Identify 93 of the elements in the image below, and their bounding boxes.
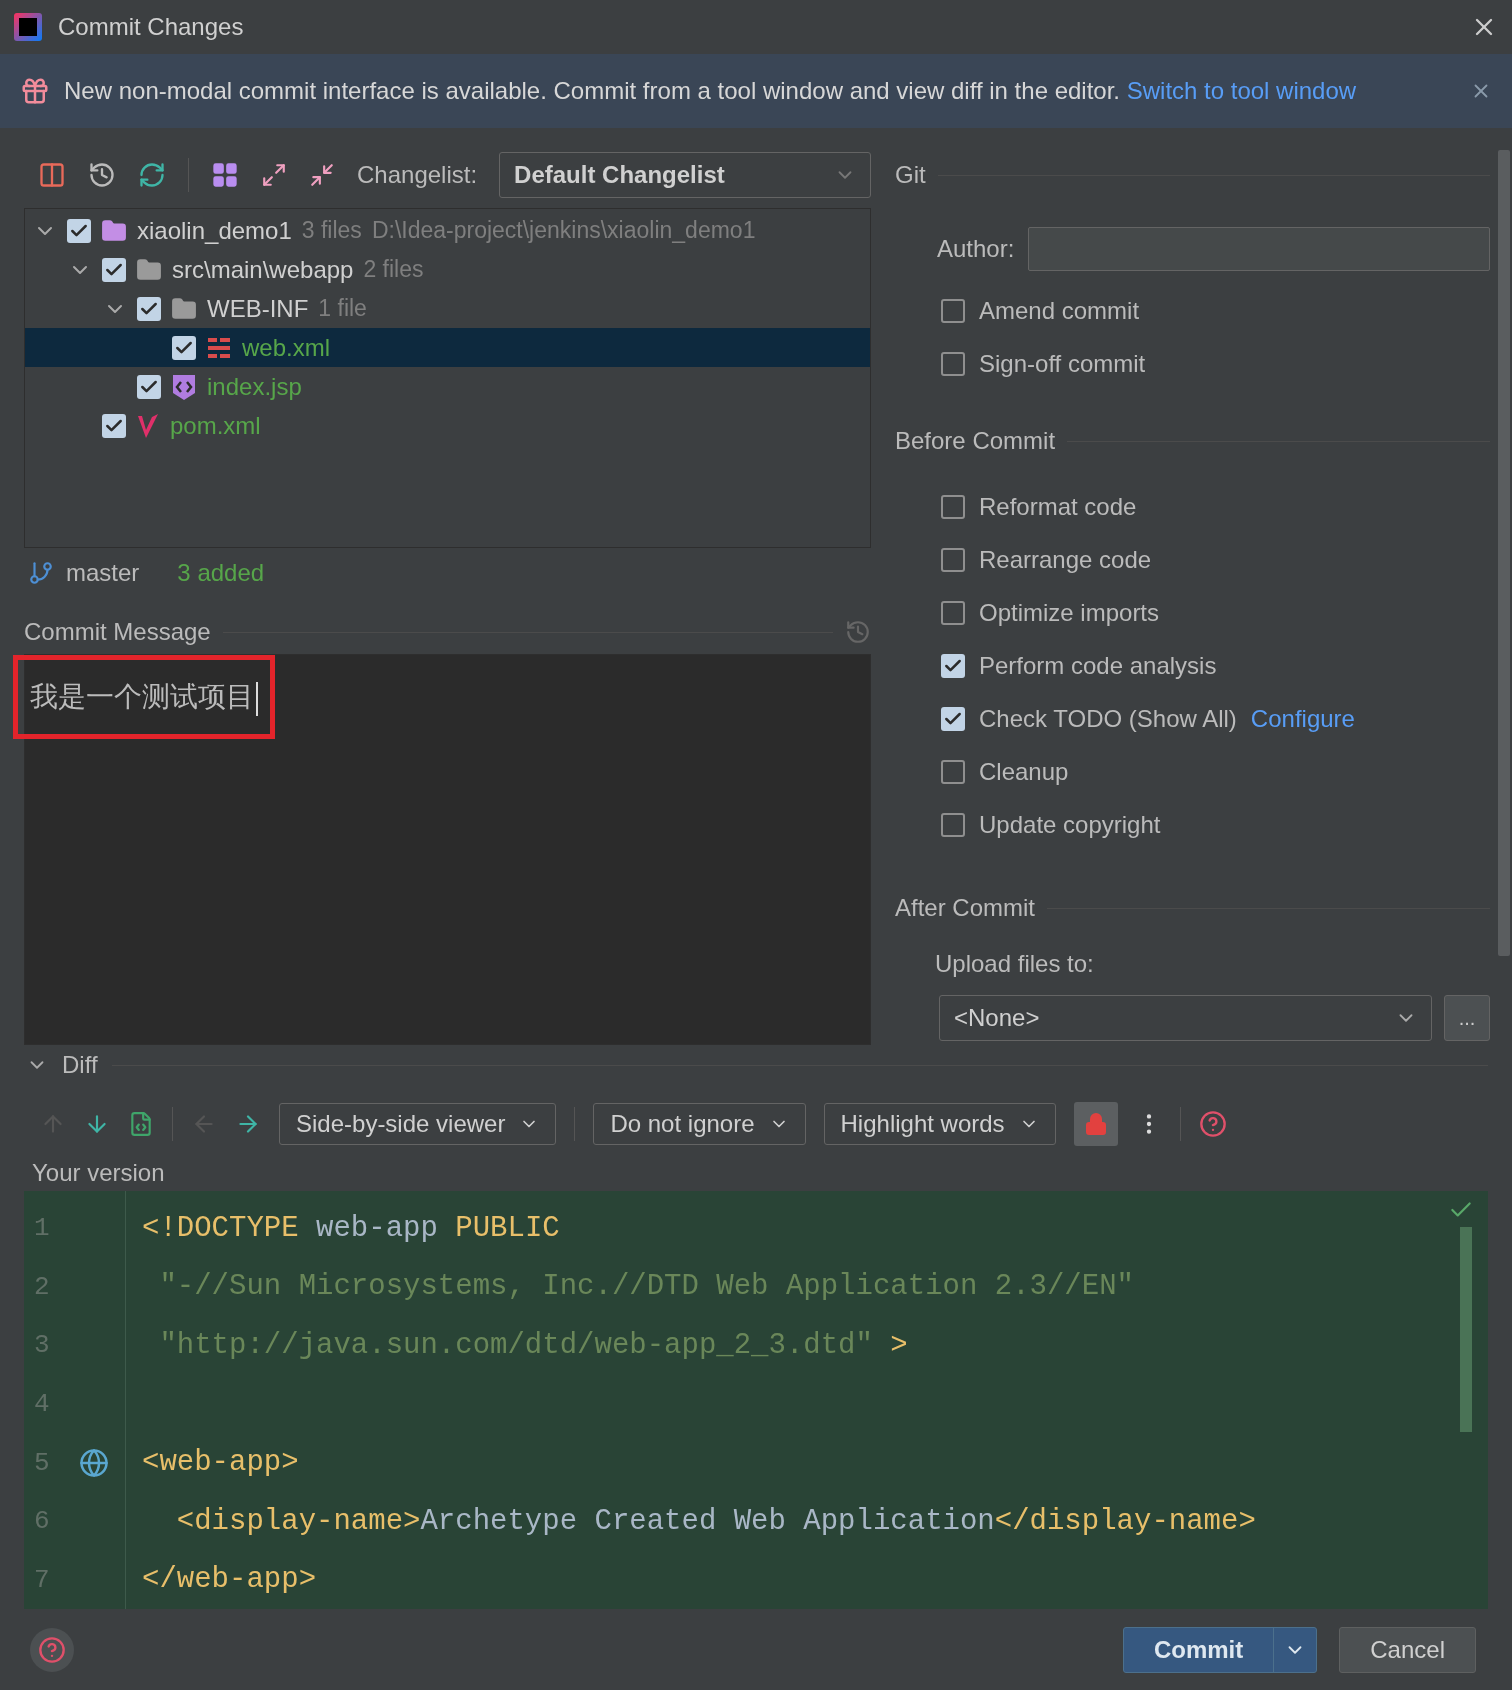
switch-link[interactable]: Switch to tool window: [1126, 77, 1357, 104]
checkbox[interactable]: [941, 351, 965, 376]
option-label: Amend commit: [979, 296, 1140, 325]
ignore-dropdown[interactable]: Do not ignore: [593, 1103, 806, 1145]
maven-file-icon: [136, 411, 160, 440]
author-label: Author:: [937, 235, 1015, 263]
refresh-icon[interactable]: [138, 161, 166, 189]
file-name: WEB-INF: [207, 294, 309, 323]
tree-row[interactable]: src\main\webapp 2 files: [25, 250, 870, 289]
diff-icon[interactable]: [38, 161, 66, 189]
scrollbar[interactable]: [1498, 150, 1510, 956]
configure-link[interactable]: Configure: [1250, 704, 1355, 733]
checkbox[interactable]: [941, 494, 965, 519]
help-button[interactable]: [30, 1627, 74, 1672]
tree-row[interactable]: index.jsp: [25, 367, 870, 406]
commit-message-label: Commit Message: [24, 618, 211, 646]
option-label: Rearrange code: [979, 545, 1152, 574]
checkbox[interactable]: [137, 374, 161, 399]
cancel-button[interactable]: Cancel: [1339, 1626, 1476, 1673]
branch-name: master: [66, 559, 140, 587]
upload-label: Upload files to:: [935, 950, 1094, 978]
code-line: </web-app>: [142, 1563, 317, 1597]
window-title: Commit Changes: [58, 13, 245, 41]
option-label: Perform code analysis: [979, 651, 1217, 680]
lock-icon: [1083, 1112, 1108, 1136]
file-count: 1 file: [318, 295, 367, 322]
option-label: Optimize imports: [979, 598, 1160, 627]
checkbox[interactable]: [172, 335, 196, 360]
expand-icon[interactable]: [261, 162, 287, 188]
file-name: index.jsp: [207, 372, 302, 401]
collapse-icon[interactable]: [309, 162, 335, 188]
help-icon[interactable]: [1198, 1110, 1227, 1138]
banner-text: New non-modal commit interface is available. Commit from a tool window and view diff in the editor. Switch to tool window: [64, 77, 1358, 105]
file-name: web.xml: [242, 333, 331, 362]
module-folder-icon: [101, 217, 127, 244]
diff-title: Diff: [62, 1051, 98, 1079]
change-summary: 3 added: [177, 559, 265, 587]
checkbox[interactable]: [102, 413, 126, 438]
browse-button[interactable]: ...: [1444, 995, 1490, 1041]
checkbox[interactable]: [941, 759, 965, 784]
commit-message-text: 我是一个测试项目: [13, 655, 275, 739]
checkbox[interactable]: [137, 296, 161, 321]
changelist-label: Changelist:: [357, 161, 478, 189]
viewer-dropdown[interactable]: Side-by-side viewer: [279, 1103, 557, 1145]
section-title: After Commit: [895, 894, 1035, 922]
option-label: Sign-off commit: [979, 349, 1146, 378]
commit-button[interactable]: Commit: [1122, 1626, 1318, 1673]
option-label: Check TODO (Show All): [979, 704, 1237, 733]
file-name: xiaolin_demo1: [137, 216, 292, 245]
tree-row[interactable]: WEB-INF 1 file: [25, 289, 870, 328]
option-label: Cleanup: [979, 757, 1069, 786]
file-count: 3 files: [301, 217, 362, 244]
tree-row[interactable]: xiaolin_demo1 3 files D:\Idea-project\jenkins\xiaolin_demo1: [25, 211, 870, 250]
file-code-icon[interactable]: [128, 1111, 154, 1137]
file-name: src\main\webapp: [172, 255, 354, 284]
code-line: <display-name>Archetype Created Web Application</display-name>: [175, 1504, 1256, 1538]
upload-dropdown[interactable]: <None>: [939, 995, 1432, 1041]
section-title: Before Commit: [895, 427, 1056, 455]
gift-icon: [20, 76, 50, 106]
checkbox[interactable]: [102, 257, 126, 282]
folder-icon: [171, 295, 197, 322]
help-icon: [38, 1635, 66, 1664]
jsp-file-icon: [171, 372, 197, 401]
option-label: Reformat code: [979, 492, 1137, 521]
lock-button[interactable]: [1073, 1102, 1118, 1146]
rollback-icon[interactable]: [88, 161, 116, 189]
app-logo: [14, 13, 42, 41]
checkbox[interactable]: [941, 600, 965, 625]
checkbox[interactable]: [941, 653, 965, 678]
checkbox[interactable]: [67, 218, 91, 243]
folder-icon: [136, 256, 162, 283]
checkbox[interactable]: [941, 298, 965, 323]
file-path: D:\Idea-project\jenkins\xiaolin_demo1: [371, 217, 756, 244]
tree-row[interactable]: web.xml: [25, 328, 870, 367]
file-name: pom.xml: [170, 411, 261, 440]
checkbox[interactable]: [941, 547, 965, 572]
section-title: Git: [895, 161, 926, 189]
tree-row[interactable]: pom.xml: [25, 406, 870, 445]
web-marker-icon: [79, 1447, 109, 1478]
side-label: Your version: [31, 1158, 166, 1188]
checkbox[interactable]: [941, 812, 965, 837]
code-line: "http://java.sun.com/dtd/web-app_2_3.dtd" >: [158, 1328, 908, 1362]
file-count: 2 files: [363, 256, 424, 283]
group-icon[interactable]: [211, 161, 239, 189]
option-label: Update copyright: [979, 810, 1161, 839]
author-field[interactable]: [1028, 227, 1490, 271]
branch-icon: [28, 560, 54, 586]
highlight-dropdown[interactable]: Highlight words: [823, 1103, 1056, 1145]
code-line: <!DOCTYPE web-app PUBLIC: [142, 1211, 560, 1245]
changelist-dropdown[interactable]: Default Changelist: [499, 152, 871, 198]
code-line: <web-app>: [142, 1446, 299, 1480]
code-line: "-//Sun Microsystems, Inc.//DTD Web Application 2.3//EN": [158, 1270, 1134, 1304]
checkbox[interactable]: [941, 706, 965, 731]
